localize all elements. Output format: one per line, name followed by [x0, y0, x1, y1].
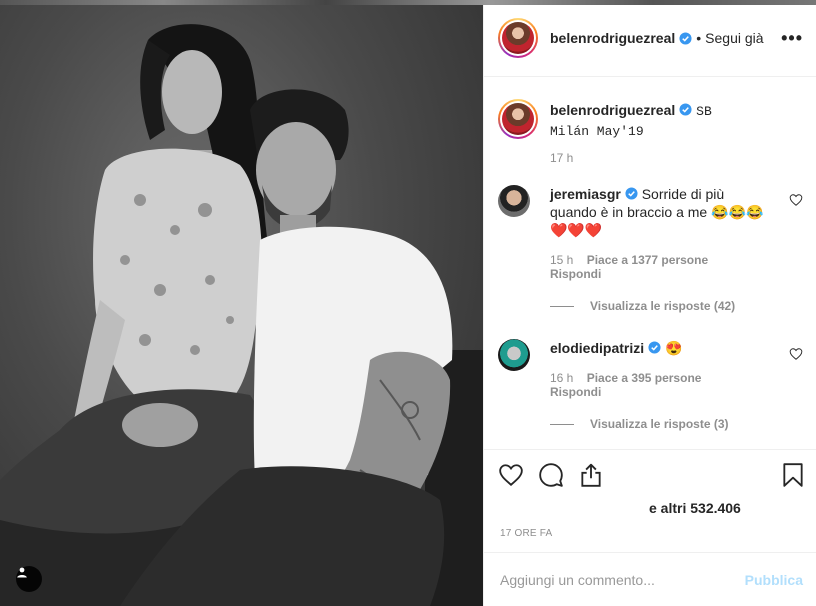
- comment-text-line3: ❤️❤️❤️: [550, 222, 603, 238]
- add-comment-bar: Pubblica: [484, 552, 816, 606]
- post-side-panel: belenrodriguezreal • Segui già ••• belen…: [483, 0, 816, 606]
- comment-likes[interactable]: Piace a 1377 persone: [587, 253, 708, 267]
- comment-age: 16 h: [550, 371, 574, 385]
- publish-button[interactable]: Pubblica: [745, 572, 803, 588]
- comment-username[interactable]: elodiedipatrizi: [550, 340, 644, 356]
- comment-age: 15 h: [550, 253, 574, 267]
- view-replies-button[interactable]: Visualizza le risposte (3): [550, 417, 729, 431]
- follow-button[interactable]: Segui già: [705, 30, 763, 46]
- comment-text-line1: 😍: [665, 340, 683, 356]
- likes-count[interactable]: e altri 532.406: [649, 500, 741, 516]
- add-comment-input[interactable]: [500, 571, 745, 588]
- view-replies-button[interactable]: Visualizza le risposte (42): [550, 299, 735, 313]
- verified-badge-icon: [679, 103, 692, 116]
- comment-item: jeremiasgr Sorride di più quando è in br…: [498, 185, 803, 315]
- comment-icon[interactable]: [538, 462, 564, 488]
- comment-likes[interactable]: Piace a 395 persone: [587, 371, 702, 385]
- verified-badge-icon: [648, 341, 661, 354]
- author-username[interactable]: belenrodriguezreal: [550, 30, 675, 46]
- caption-text-line2: Milán May'19: [550, 124, 644, 139]
- caption-age: 17 h: [550, 151, 574, 165]
- heart-icon[interactable]: [498, 462, 524, 488]
- comment-meta: 15 h Piace a 1377 persone Rispondi: [550, 253, 718, 281]
- user-tag-icon: [17, 567, 27, 578]
- caption-text-line1: SB: [696, 104, 712, 119]
- follow-separator: •: [696, 30, 702, 46]
- like-comment-heart-icon[interactable]: [789, 347, 803, 361]
- reply-button[interactable]: Rispondi: [550, 385, 601, 399]
- comment-text-line1: Sorride di più: [641, 186, 725, 202]
- bookmark-icon[interactable]: [780, 462, 806, 488]
- post-header: belenrodriguezreal • Segui già •••: [484, 0, 816, 77]
- reply-button[interactable]: Rispondi: [550, 267, 601, 281]
- comment-username[interactable]: jeremiasgr: [550, 186, 621, 202]
- commenter-avatar[interactable]: [498, 185, 530, 217]
- caption-username[interactable]: belenrodriguezreal: [550, 102, 675, 118]
- post-actions: e altri 532.406 17 ORE FA: [484, 449, 816, 543]
- post-timestamp: 17 ORE FA: [500, 528, 553, 539]
- top-thumbnail-strip: [0, 0, 816, 5]
- user-tag-button[interactable]: [16, 566, 42, 592]
- share-icon[interactable]: [578, 462, 604, 488]
- comment-text-line2: quando è in braccio a me 😂😂😂: [550, 204, 764, 220]
- photo-illustration: [0, 24, 483, 606]
- verified-badge-icon: [679, 31, 692, 45]
- commenter-avatar[interactable]: [498, 339, 530, 371]
- like-comment-heart-icon[interactable]: [789, 193, 803, 207]
- verified-badge-icon: [625, 187, 638, 200]
- caption-avatar[interactable]: [498, 99, 538, 139]
- caption: belenrodriguezreal SB Milán May'19 17 h: [498, 99, 803, 169]
- author-avatar[interactable]: [498, 18, 538, 58]
- comment-item: elodiedipatrizi 😍 16 h Piace a 395 perso…: [498, 339, 803, 439]
- more-options-icon[interactable]: •••: [781, 28, 803, 49]
- comment-meta: 16 h Piace a 395 persone Rispondi: [550, 371, 711, 399]
- comments-list: belenrodriguezreal SB Milán May'19 17 h …: [484, 77, 816, 449]
- post-photo[interactable]: [0, 0, 483, 606]
